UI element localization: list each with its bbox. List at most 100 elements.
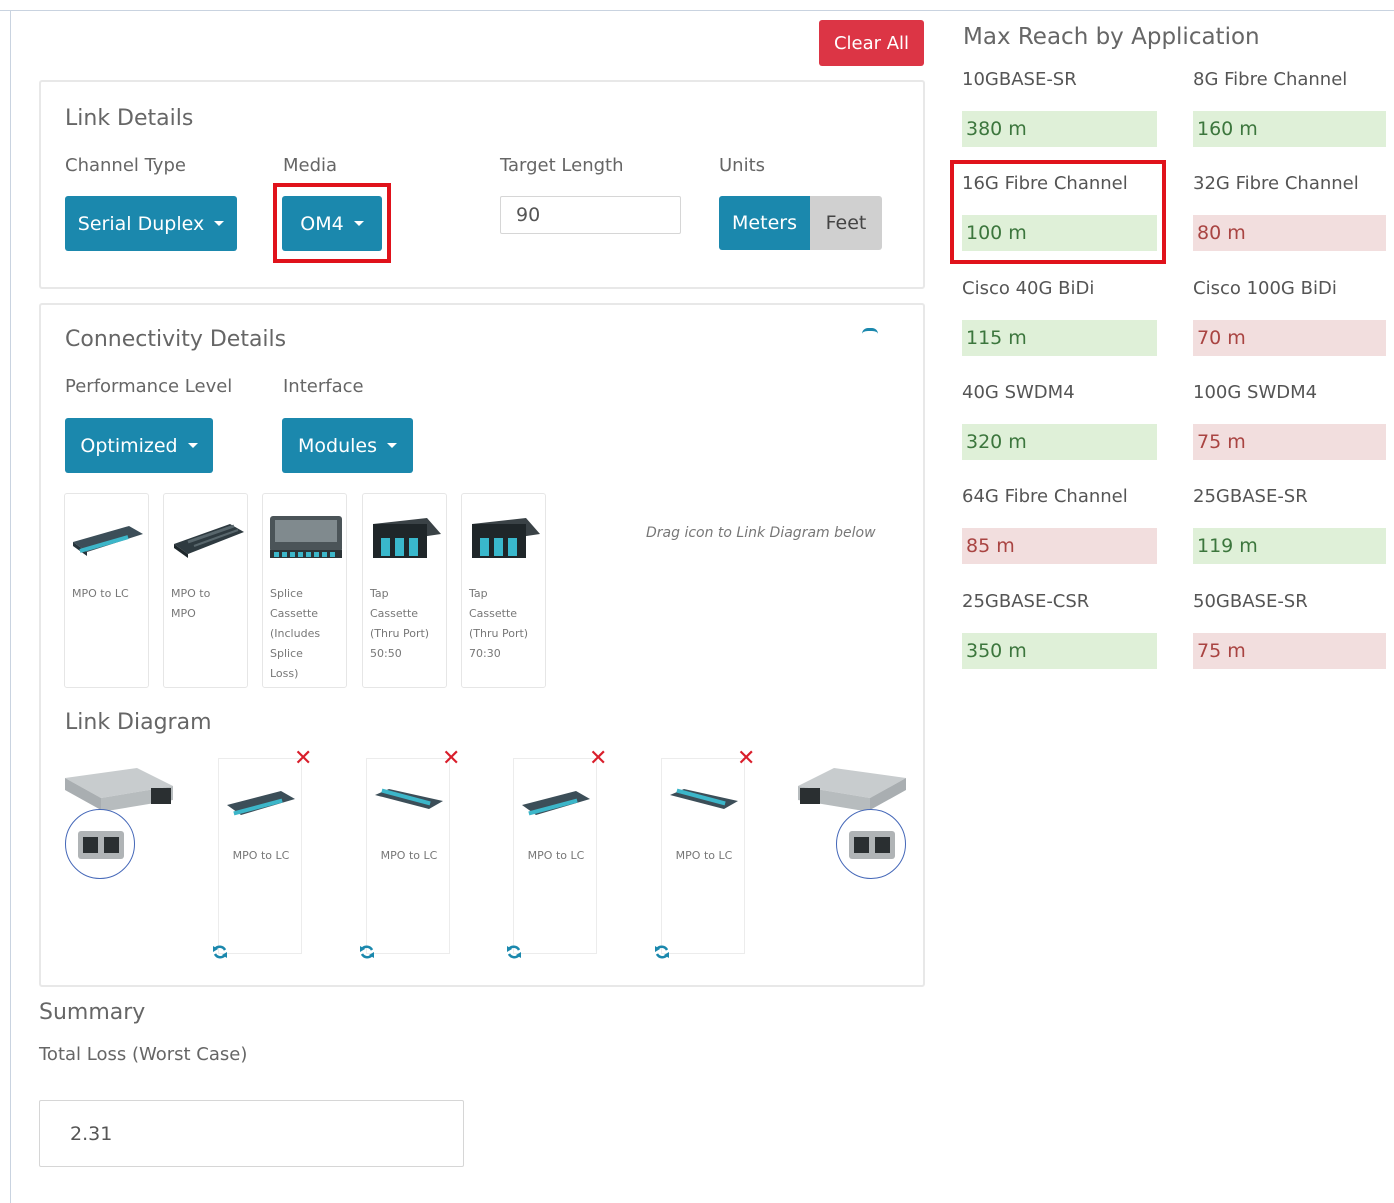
module-card-splice-cassette[interactable]: Splice Cassette (Includes Splice Loss): [262, 493, 347, 688]
reach-value-8g-fc: 160 m: [1193, 111, 1386, 147]
interface-value: Modules: [298, 434, 377, 457]
diagram-slot-label: MPO to LC: [232, 849, 290, 862]
module-card-tap-50-50[interactable]: Tap Cassette (Thru Port) 50:50: [362, 493, 447, 688]
module-label: MPO: [171, 607, 196, 620]
total-loss-label: Total Loss (Worst Case): [39, 1044, 248, 1065]
reach-name-cisco-40g-bidi: Cisco 40G BiDi: [962, 278, 1095, 299]
module-label: Cassette: [370, 607, 419, 620]
module-label: Splice: [270, 647, 303, 660]
drag-hint-text: Drag icon to Link Diagram below: [646, 525, 876, 541]
frame-border-top: [0, 10, 1394, 11]
reach-value-25gbase-csr: 350 m: [962, 633, 1157, 669]
reach-name-100g-swdm4: 100G SWDM4: [1193, 382, 1318, 403]
diagram-slot-1[interactable]: MPO to LC: [218, 758, 302, 954]
module-label: Tap: [469, 587, 488, 600]
module-label: (Thru Port): [469, 627, 529, 640]
tap-cassette-icon: [373, 518, 441, 558]
units-label: Units: [719, 155, 766, 176]
refresh-icon[interactable]: [506, 944, 522, 960]
frame-border-left: [10, 10, 11, 1203]
delete-x-icon[interactable]: ✕: [442, 746, 460, 771]
reach-value-cisco-100g-bidi: 70 m: [1193, 320, 1386, 356]
caret-down-icon: [187, 443, 198, 448]
module-label: MPO to: [171, 587, 211, 600]
diagram-slot-3[interactable]: MPO to LC: [513, 758, 597, 954]
diagram-slot-2[interactable]: MPO to LC: [366, 758, 450, 954]
target-length-input[interactable]: 90: [500, 196, 681, 234]
module-card-mpo-mpo[interactable]: MPO to MPO: [163, 493, 248, 688]
cassette-icon: [670, 788, 738, 809]
refresh-icon[interactable]: [359, 944, 375, 960]
reach-value-40g-swdm4: 320 m: [962, 424, 1157, 460]
refresh-icon[interactable]: [212, 944, 228, 960]
performance-level-label: Performance Level: [65, 376, 233, 397]
reach-value-64g-fc: 85 m: [962, 528, 1157, 564]
delete-x-icon[interactable]: ✕: [589, 746, 607, 771]
module-label: (Includes: [270, 627, 321, 640]
channel-type-dropdown[interactable]: Serial Duplex: [65, 196, 237, 251]
module-card-mpo-lc[interactable]: MPO to LC: [64, 493, 149, 688]
cassette-icon: [73, 526, 143, 556]
clear-all-button[interactable]: Clear All: [819, 20, 924, 66]
module-label: Loss): [270, 667, 299, 680]
lc-port-icon: [849, 831, 895, 859]
caret-down-icon: [214, 221, 225, 226]
lc-port-left[interactable]: [65, 809, 135, 879]
reach-value-cisco-40g-bidi: 115 m: [962, 320, 1157, 356]
reach-name-40g-swdm4: 40G SWDM4: [962, 382, 1075, 403]
module-label: (Thru Port): [370, 627, 430, 640]
interface-label: Interface: [283, 376, 364, 397]
reach-value-50gbase-sr: 75 m: [1193, 633, 1386, 669]
target-length-label: Target Length: [500, 155, 624, 176]
cassette-icon: [375, 788, 443, 809]
reach-name-cisco-100g-bidi: Cisco 100G BiDi: [1193, 278, 1337, 299]
diagram-slot-label: MPO to LC: [527, 849, 585, 862]
help-icon[interactable]: [862, 328, 878, 334]
summary-title: Summary: [39, 1000, 146, 1025]
lc-port-right[interactable]: [836, 809, 906, 879]
cassette-icon: [227, 791, 295, 816]
reach-name-32g-fc: 32G Fibre Channel: [1193, 173, 1359, 194]
reach-name-10gbase-sr: 10GBASE-SR: [962, 69, 1077, 90]
lc-port-icon: [78, 831, 124, 859]
module-label: MPO to LC: [72, 587, 129, 600]
reach-value-25gbase-sr: 119 m: [1193, 528, 1386, 564]
performance-level-value: Optimized: [80, 434, 178, 457]
media-label: Media: [283, 155, 338, 176]
module-label: 70:30: [469, 647, 501, 660]
link-diagram-title: Link Diagram: [65, 710, 212, 735]
diagram-slot-4[interactable]: MPO to LC: [661, 758, 745, 954]
units-meters-toggle[interactable]: Meters: [719, 196, 810, 250]
channel-type-value: Serial Duplex: [77, 212, 205, 235]
module-card-tap-70-30[interactable]: Tap Cassette (Thru Port) 70:30: [461, 493, 546, 688]
media-highlight-box: [273, 183, 391, 263]
performance-level-dropdown[interactable]: Optimized: [65, 418, 213, 473]
interface-dropdown[interactable]: Modules: [282, 418, 413, 473]
splice-cassette-icon: [270, 516, 342, 558]
delete-x-icon[interactable]: ✕: [737, 746, 755, 771]
reach-name-64g-fc: 64G Fibre Channel: [962, 486, 1128, 507]
reach-value-100g-swdm4: 75 m: [1193, 424, 1386, 460]
module-label: Cassette: [469, 607, 518, 620]
reach-name-25gbase-sr: 25GBASE-SR: [1193, 486, 1308, 507]
reach-name-8g-fc: 8G Fibre Channel: [1193, 69, 1348, 90]
reach-value-10gbase-sr: 380 m: [962, 111, 1157, 147]
transceiver-icon: [65, 768, 173, 812]
caret-down-icon: [387, 443, 397, 448]
cassette-icon: [174, 524, 244, 558]
diagram-slot-label: MPO to LC: [675, 849, 733, 862]
reach-name-50gbase-sr: 50GBASE-SR: [1193, 591, 1308, 612]
max-reach-title: Max Reach by Application: [963, 24, 1260, 50]
link-details-title: Link Details: [65, 106, 194, 131]
delete-x-icon[interactable]: ✕: [294, 746, 312, 771]
refresh-icon[interactable]: [654, 944, 670, 960]
module-label: Tap: [370, 587, 389, 600]
diagram-slot-label: MPO to LC: [380, 849, 438, 862]
module-label: Splice: [270, 587, 303, 600]
16g-fc-highlight-box: [950, 160, 1166, 264]
channel-type-label: Channel Type: [65, 155, 186, 176]
module-label: 50:50: [370, 647, 402, 660]
reach-name-25gbase-csr: 25GBASE-CSR: [962, 591, 1090, 612]
cassette-icon: [522, 791, 590, 816]
units-feet-toggle[interactable]: Feet: [810, 196, 882, 250]
